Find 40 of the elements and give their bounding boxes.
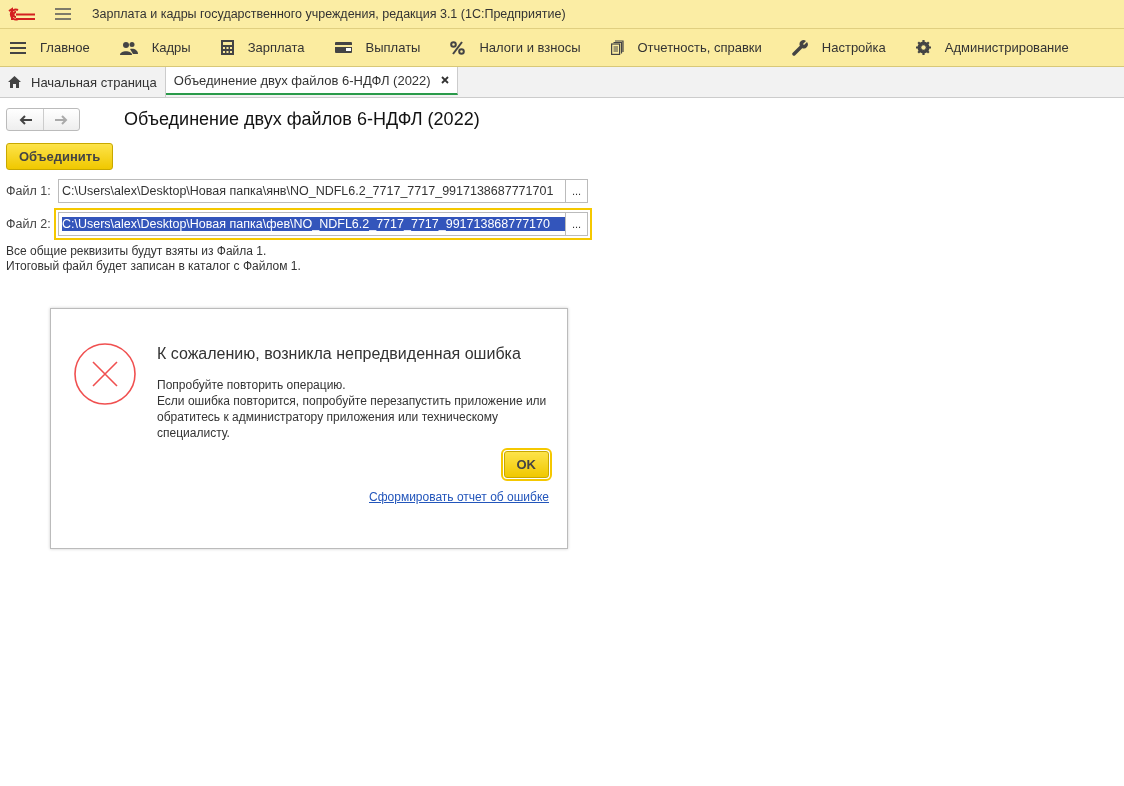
section-item[interactable]: Кадры xyxy=(119,40,191,55)
merge-button[interactable]: Объединить xyxy=(6,143,114,170)
section-item[interactable]: Зарплата xyxy=(220,40,305,55)
menu-icon[interactable] xyxy=(55,8,71,20)
dialog-message: Попробуйте повторить операцию. xyxy=(157,377,347,393)
calculator-icon xyxy=(220,40,234,55)
section-item[interactable]: Налоги и взносы xyxy=(450,40,581,55)
wrench-icon xyxy=(791,39,808,56)
wallet-icon xyxy=(334,42,352,53)
percent-icon xyxy=(450,40,466,55)
browse-button[interactable]: ... xyxy=(565,213,587,235)
section-item[interactable]: Главное xyxy=(10,40,90,55)
home-icon xyxy=(8,76,21,88)
form-title: Объединение двух файлов 6-НДФЛ (2022) xyxy=(124,109,480,130)
error-icon xyxy=(74,343,136,405)
window-title: Зарплата и кадры государственного учреждения, редакция 3.1 (1С:Предприятие) xyxy=(92,7,566,21)
tab[interactable]: Объединение двух файлов 6-НДФЛ (2022) xyxy=(165,67,458,95)
field-label: Файл 1: xyxy=(6,184,52,198)
field-label: Файл 2: xyxy=(6,217,52,231)
section-item[interactable]: Отчетность, справки xyxy=(610,40,762,55)
tab[interactable]: Начальная страница xyxy=(0,67,166,97)
section-item[interactable]: Настройка xyxy=(791,39,886,56)
close-icon[interactable] xyxy=(440,76,449,84)
note-text: Итоговый файл будет записан в каталог с Файлом 1. xyxy=(6,259,302,274)
ok-button[interactable]: OK xyxy=(503,451,549,478)
gear-icon xyxy=(915,40,931,55)
documents-icon xyxy=(610,40,624,55)
browse-button[interactable]: ... xyxy=(565,180,587,202)
file-path-field[interactable]: C:\Users\alex\Desktop\Новая папка\янв\NO_NDFL6.2_7717_7717_9917138687771701 ... xyxy=(58,179,588,203)
menu-icon xyxy=(10,40,26,55)
dialog-heading: К сожалению, возникла непредвиденная ошибка xyxy=(157,344,522,364)
right-arrow-icon xyxy=(55,114,68,125)
note-text: Все общие реквизиты будут взяты из Файла 1. xyxy=(6,244,268,259)
logo-icon xyxy=(7,7,37,21)
people-icon xyxy=(119,40,138,55)
section-item[interactable]: Выплаты xyxy=(334,40,421,55)
error-report-link[interactable]: Сформировать отчет об ошибке xyxy=(369,490,549,504)
dialog-message: Если ошибка повторится, попробуйте перезапустить приложение или обратитесь к администратору приложения или техническому специалисту. xyxy=(157,393,548,441)
section-item[interactable]: Администрирование xyxy=(915,40,1069,55)
left-arrow-icon xyxy=(18,114,32,125)
